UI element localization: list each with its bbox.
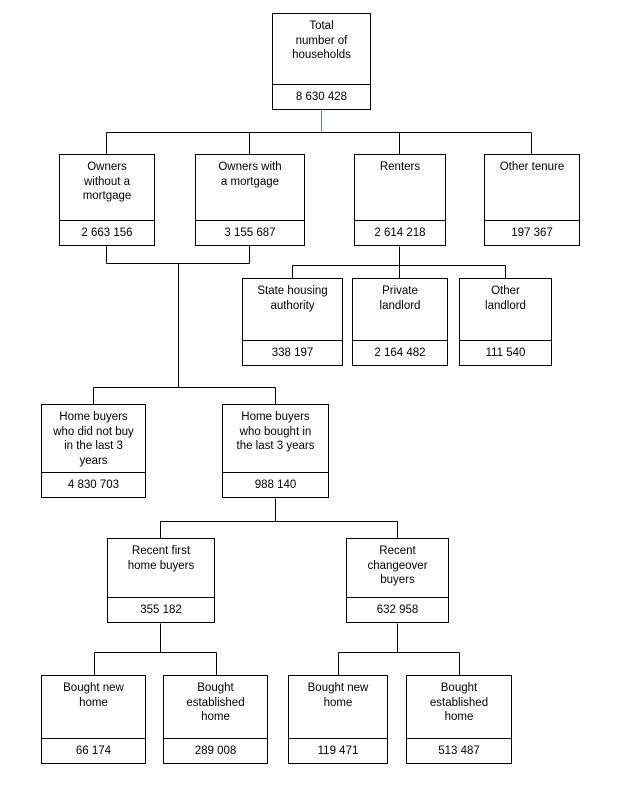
- node-label: Owners with a mortgage: [218, 161, 282, 188]
- node-value: 2 614 218: [355, 219, 445, 246]
- node-value: 119 471: [289, 737, 387, 764]
- node-not-bought-last-3-years[interactable]: Home buyers who did not buy in the last …: [41, 404, 146, 498]
- node-value: 197 367: [485, 219, 579, 246]
- node-label: Bought established home: [186, 682, 245, 723]
- node-label: Renters: [379, 161, 421, 173]
- node-other-tenure[interactable]: Other tenure 197 367: [484, 154, 580, 246]
- node-value: 632 958: [347, 596, 448, 623]
- node-state-housing-authority[interactable]: State housing authority 338 197: [242, 278, 343, 366]
- household-tenure-flowchart: Total number of households 8 630 428 Own…: [0, 0, 622, 803]
- node-value: 4 830 703: [42, 471, 145, 498]
- node-owners-with-mortgage[interactable]: Owners with a mortgage 3 155 687: [195, 154, 305, 246]
- node-value: 2 663 156: [60, 219, 154, 246]
- node-value: 66 174: [42, 737, 145, 764]
- node-label: State housing authority: [257, 285, 328, 312]
- node-value: 338 197: [243, 339, 342, 366]
- node-value: 3 155 687: [196, 219, 304, 246]
- node-label: Bought new home: [63, 682, 124, 709]
- node-other-landlord[interactable]: Other landlord 111 540: [459, 278, 552, 366]
- node-changeover-bought-new-home[interactable]: Bought new home 119 471: [288, 675, 388, 764]
- node-label: Total number of households: [292, 20, 351, 61]
- node-label: Private landlord: [379, 285, 421, 312]
- node-changeover-bought-established-home[interactable]: Bought established home 513 487: [406, 675, 512, 764]
- node-value: 513 487: [407, 737, 511, 764]
- node-value: 2 164 482: [353, 339, 447, 366]
- node-total-households[interactable]: Total number of households 8 630 428: [272, 13, 371, 110]
- node-label: Other landlord: [485, 285, 526, 312]
- node-value: 988 140: [223, 471, 328, 498]
- node-first-bought-new-home[interactable]: Bought new home 66 174: [41, 675, 146, 764]
- node-label: Home buyers who did not buy in the last …: [53, 411, 134, 467]
- node-private-landlord[interactable]: Private landlord 2 164 482: [352, 278, 448, 366]
- node-first-bought-established-home[interactable]: Bought established home 289 008: [163, 675, 268, 764]
- node-label: Other tenure: [499, 161, 565, 173]
- node-value: 8 630 428: [273, 83, 370, 110]
- node-label: Bought new home: [307, 682, 369, 709]
- node-label: Recent first home buyers: [127, 545, 195, 572]
- node-value: 289 008: [164, 737, 267, 764]
- node-label: Bought established home: [429, 682, 489, 723]
- node-label: Home buyers who bought in the last 3 yea…: [236, 411, 315, 452]
- node-value: 111 540: [460, 339, 551, 366]
- node-owners-without-mortgage[interactable]: Owners without a mortgage 2 663 156: [59, 154, 155, 246]
- node-recent-first-home-buyers[interactable]: Recent first home buyers 355 182: [107, 538, 215, 623]
- node-recent-changeover-buyers[interactable]: Recent changeover buyers 632 958: [346, 538, 449, 623]
- node-bought-last-3-years[interactable]: Home buyers who bought in the last 3 yea…: [222, 404, 329, 498]
- node-label: Recent changeover buyers: [367, 545, 428, 586]
- node-label: Owners without a mortgage: [82, 161, 132, 202]
- node-value: 355 182: [108, 596, 214, 623]
- node-renters[interactable]: Renters 2 614 218: [354, 154, 446, 246]
